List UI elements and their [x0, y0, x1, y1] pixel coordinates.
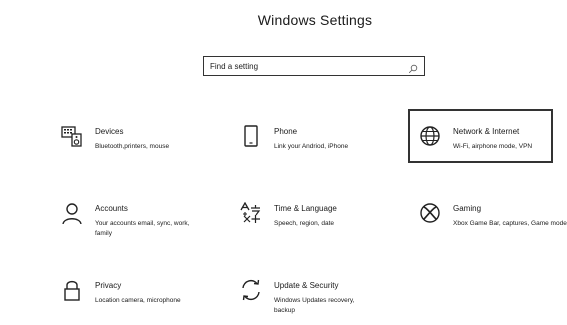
sync-icon [240, 279, 262, 301]
devices-icon [61, 125, 83, 147]
tile-devices[interactable]: Devices Bluetooth,printers, mouse [61, 125, 169, 152]
tile-name: Phone [274, 127, 298, 136]
tile-description: Your accounts email, sync, work, family [95, 220, 190, 237]
search-icon[interactable] [408, 61, 418, 74]
lock-icon [61, 279, 83, 301]
tile-name: Network & Internet [453, 127, 520, 136]
tile-name: Privacy [95, 281, 122, 290]
tile-gaming[interactable]: Gaming Xbox Game Bar, captures, Game mod… [419, 202, 567, 229]
search-box[interactable] [203, 56, 425, 76]
tile-description: Link your Andriod, iPhone [274, 143, 349, 150]
tile-privacy[interactable]: Privacy Location camera, microphone [61, 279, 181, 306]
tile-time-language[interactable]: Time & Language Speech, region, date [240, 201, 337, 229]
search-input[interactable] [210, 59, 408, 73]
globe-icon [419, 125, 441, 147]
tile-accounts[interactable]: Accounts Your accounts email, sync, work… [61, 202, 195, 239]
person-icon [61, 202, 83, 225]
xbox-icon [419, 202, 441, 224]
tile-update-security[interactable]: Update & Security Windows Updates recove… [240, 279, 376, 316]
tile-description: Bluetooth,printers, mouse [95, 143, 170, 150]
tile-name: Accounts [95, 204, 128, 213]
tile-description: Speech, region, date [274, 220, 334, 227]
tile-name: Gaming [453, 204, 482, 213]
phone-icon [240, 125, 262, 147]
tile-description: Xbox Game Bar, captures, Game mode [453, 220, 567, 227]
tile-phone[interactable]: Phone Link your Andriod, iPhone [240, 125, 348, 152]
settings-window: Windows Settings Find a setting Devices … [0, 0, 567, 325]
language-icon [240, 201, 262, 224]
tile-description: Wi-Fi, airphone mode, VPN [453, 143, 533, 150]
page-title: Windows Settings [257, 12, 373, 28]
tile-description: Windows Updates recovery, backup [274, 297, 355, 314]
tile-name: Devices [95, 127, 124, 136]
tile-network-internet[interactable]: Network & Internet Wi-Fi, airphone mode,… [419, 125, 532, 152]
tile-name: Update & Security [274, 281, 339, 290]
tile-description: Location camera, microphone [95, 297, 181, 304]
tile-name: Time & Language [274, 204, 337, 213]
